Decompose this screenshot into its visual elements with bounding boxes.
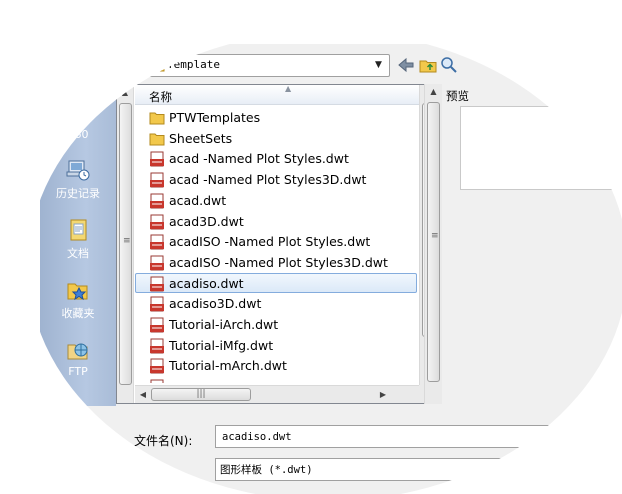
- preview-divider-scrollbar[interactable]: ▲ ≡: [424, 84, 442, 404]
- file-name-input[interactable]: [215, 425, 615, 448]
- dwt-file-icon: [150, 193, 164, 209]
- scrollbar-thumb[interactable]: ≡: [427, 102, 440, 382]
- places-bar: 360 历史记录 文档 收藏夹 FTP: [40, 76, 116, 406]
- file-list: PTWTemplates SheetSets acad -Named Plot St…: [135, 107, 419, 383]
- place-documents[interactable]: 文档: [40, 218, 116, 261]
- dwt-file-icon: [150, 172, 164, 188]
- place-ftp[interactable]: FTP: [40, 338, 116, 378]
- up-folder-icon[interactable]: [418, 55, 438, 75]
- dwt-file-icon: [150, 338, 164, 354]
- folder-list-item[interactable]: SheetSets: [135, 128, 417, 148]
- file-name-label: SheetSets: [169, 130, 233, 146]
- folder-icon: [149, 60, 165, 72]
- file-list-item[interactable]: acadiso.dwt: [135, 272, 417, 293]
- file-list-item[interactable]: Tutorial-iMfg.dwt: [135, 335, 417, 355]
- scrollbar-thumb[interactable]: ≡: [119, 103, 132, 385]
- file-name-label: acadISO -Named Plot Styles3D.dwt: [169, 254, 388, 270]
- horizontal-scrollbar[interactable]: ◀ ||| ▶: [135, 385, 419, 403]
- file-list-pane: ▲ ≡ 名称 ▲ PTWTemplates SheetSets acad -Name…: [116, 84, 438, 404]
- dwt-file-icon: [150, 379, 164, 383]
- file-list-item[interactable]: acad3D.dwt: [135, 211, 417, 231]
- left-vertical-scrollbar[interactable]: ▲ ≡: [117, 85, 134, 403]
- place-favorites[interactable]: 收藏夹: [40, 278, 116, 321]
- file-name-label: acadISO -Named Plot Styles.dwt: [169, 234, 371, 250]
- edge-line: [8, 20, 9, 470]
- preview-box: [460, 106, 622, 190]
- grip-icon: ≡: [123, 236, 131, 246]
- file-type-value: 图形样板 (*.dwt): [220, 464, 313, 476]
- file-list-item[interactable]: [135, 376, 417, 383]
- look-in-value: Template: [167, 58, 220, 71]
- dwt-file-icon: [150, 296, 164, 312]
- ftp-icon: [67, 343, 88, 360]
- folder-icon: [149, 112, 165, 125]
- file-list-item[interactable]: acadISO -Named Plot Styles3D.dwt: [135, 252, 417, 272]
- file-name-label: acadiso.dwt: [169, 275, 244, 291]
- file-name-label: Tutorial-iMfg.dwt: [169, 337, 274, 353]
- scrollbar-thumb[interactable]: |||: [151, 388, 251, 401]
- file-list-item[interactable]: acadiso3D.dwt: [135, 293, 417, 313]
- file-name-label: acad.dwt: [169, 192, 227, 208]
- file-list-item[interactable]: acadISO -Named Plot Styles.dwt: [135, 231, 417, 251]
- select-template-dialog: 360 历史记录 文档 收藏夹 FTP Template ▼ ▲ ≡ 名称 ▲ …: [40, 44, 622, 494]
- dwt-file-icon: [150, 255, 164, 271]
- documents-icon: [70, 219, 87, 241]
- dwt-file-icon: [150, 234, 164, 250]
- scroll-up-icon[interactable]: ▲: [425, 84, 442, 100]
- place-history[interactable]: 历史记录: [40, 158, 116, 201]
- file-name-label: acad3D.dwt: [169, 213, 244, 229]
- place-label: 360: [67, 128, 89, 141]
- history-icon: [66, 160, 90, 181]
- file-list-item[interactable]: Tutorial-iArch.dwt: [135, 314, 417, 334]
- column-header-label: 名称: [149, 90, 172, 104]
- file-name-label: Tutorial-iArch.dwt: [169, 317, 279, 332]
- folder-icon: [149, 133, 165, 146]
- search-web-icon[interactable]: [439, 55, 459, 75]
- file-list-item[interactable]: acad -Named Plot Styles.dwt: [135, 148, 417, 168]
- preview-label: 预览: [446, 89, 469, 103]
- scroll-left-icon[interactable]: ◀: [135, 386, 151, 404]
- chevron-down-icon[interactable]: ▼: [370, 57, 387, 74]
- place-label: FTP: [68, 365, 88, 378]
- file-name-label: Tutorial-mArch.dwt: [169, 358, 287, 374]
- place-label: 历史记录: [56, 187, 100, 200]
- file-name-label: 文件名(N):: [134, 434, 193, 448]
- screenshot-stage: 360 历史记录 文档 收藏夹 FTP Template ▼ ▲ ≡ 名称 ▲ …: [0, 0, 622, 494]
- favorites-icon: [67, 283, 88, 301]
- grip-icon: ≡: [431, 231, 439, 241]
- name-column-header[interactable]: 名称 ▲: [135, 84, 419, 105]
- place-label: 文档: [67, 247, 89, 260]
- scroll-right-icon[interactable]: ▶: [375, 386, 391, 404]
- dwt-file-icon: [150, 358, 164, 374]
- file-name-label: PTWTemplates: [169, 110, 261, 125]
- file-list-item[interactable]: acad -Named Plot Styles3D.dwt: [135, 169, 417, 189]
- dwt-file-icon: [150, 317, 164, 333]
- file-list-item[interactable]: acad.dwt: [135, 190, 417, 210]
- file-list-item[interactable]: Tutorial-mArch.dwt: [135, 355, 417, 375]
- dwt-file-icon: [150, 214, 164, 229]
- place-a360[interactable]: 360: [40, 128, 116, 141]
- scroll-up-icon[interactable]: ▲: [117, 85, 133, 101]
- folder-list-item[interactable]: PTWTemplates: [135, 107, 417, 127]
- place-label: 收藏夹: [61, 307, 95, 320]
- file-type-select[interactable]: 图形样板 (*.dwt): [215, 458, 615, 481]
- dwt-file-icon: [150, 276, 164, 292]
- back-arrow-icon[interactable]: [396, 55, 416, 75]
- sort-ascending-icon: ▲: [285, 84, 292, 93]
- look-in-combobox[interactable]: Template ▼: [144, 54, 390, 77]
- file-name-label: acad -Named Plot Styles3D.dwt: [169, 172, 367, 188]
- dwt-file-icon: [150, 151, 164, 167]
- file-name-label: acadiso3D.dwt: [169, 296, 262, 312]
- file-name-label: acad -Named Plot Styles.dwt: [169, 151, 349, 167]
